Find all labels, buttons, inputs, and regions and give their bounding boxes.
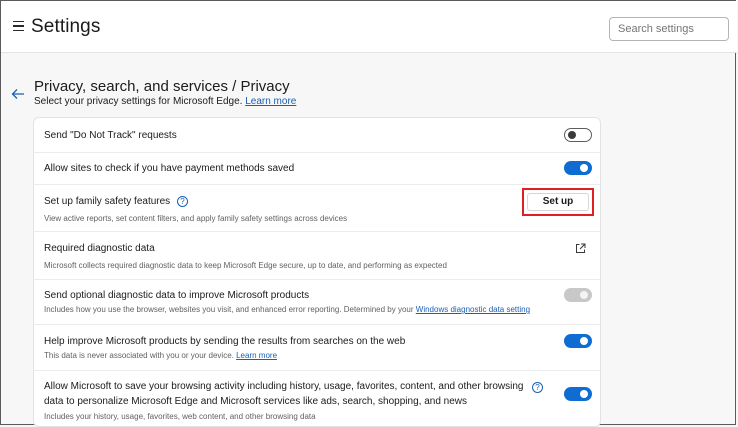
- menu-icon[interactable]: [13, 21, 24, 32]
- divider: [34, 279, 600, 280]
- toggle-knob: [568, 131, 576, 139]
- browsing-activity-toggle[interactable]: [564, 387, 592, 401]
- payment-methods-toggle[interactable]: [564, 161, 592, 175]
- family-safety-label: Set up family safety features: [44, 196, 171, 207]
- app-title: Settings: [31, 16, 101, 37]
- required-diagnostic-desc: Microsoft collects required diagnostic d…: [44, 261, 447, 270]
- divider: [34, 370, 600, 371]
- toggle-knob: [580, 390, 588, 398]
- header-bar: Settings: [1, 1, 737, 53]
- help-circle-icon[interactable]: ?: [532, 382, 543, 393]
- optional-diagnostic-desc: Includes how you use the browser, websit…: [44, 305, 530, 314]
- family-safety-desc: View active reports, set content filters…: [44, 214, 348, 223]
- divider: [34, 324, 600, 325]
- toggle-knob: [580, 337, 588, 345]
- browsing-activity-desc: Includes your history, usage, favorites,…: [44, 412, 316, 421]
- search-results-label: Help improve Microsoft products by sendi…: [44, 336, 406, 347]
- learn-more-link-2[interactable]: Learn more: [236, 351, 277, 360]
- do-not-track-label: Send "Do Not Track" requests: [44, 130, 177, 141]
- page-subtitle: Select your privacy settings for Microso…: [34, 96, 296, 107]
- optional-diagnostic-desc-text: Includes how you use the browser, websit…: [44, 305, 414, 314]
- setup-highlight: Set up: [522, 188, 594, 216]
- learn-more-link[interactable]: Learn more: [245, 96, 296, 107]
- help-circle-icon[interactable]: ?: [177, 196, 188, 207]
- browsing-activity-label: Allow Microsoft to save your browsing ac…: [44, 381, 524, 392]
- search-results-desc: This data is never associated with you o…: [44, 351, 277, 360]
- required-diagnostic-label: Required diagnostic data: [44, 243, 155, 254]
- do-not-track-toggle[interactable]: [564, 128, 592, 142]
- external-link-icon[interactable]: [575, 243, 586, 254]
- payment-methods-label: Allow sites to check if you have payment…: [44, 163, 295, 174]
- windows-diagnostic-link[interactable]: Windows diagnostic data setting: [416, 305, 530, 314]
- optional-diagnostic-label: Send optional diagnostic data to improve…: [44, 290, 310, 301]
- search-results-toggle[interactable]: [564, 334, 592, 348]
- toggle-knob: [580, 164, 588, 172]
- browsing-activity-label-line2: data to personalize Microsoft Edge and M…: [44, 396, 467, 407]
- family-safety-setup-button[interactable]: Set up: [527, 193, 589, 211]
- page-title: Privacy, search, and services / Privacy: [34, 78, 290, 95]
- back-arrow-icon[interactable]: [11, 88, 25, 100]
- page-subtitle-text: Select your privacy settings for Microso…: [34, 96, 243, 107]
- toggle-knob: [580, 291, 588, 299]
- optional-diagnostic-toggle: [564, 288, 592, 302]
- search-results-desc-text: This data is never associated with you o…: [44, 351, 234, 360]
- search-input[interactable]: [609, 17, 729, 41]
- divider: [34, 152, 600, 153]
- divider: [34, 231, 600, 232]
- divider: [34, 184, 600, 185]
